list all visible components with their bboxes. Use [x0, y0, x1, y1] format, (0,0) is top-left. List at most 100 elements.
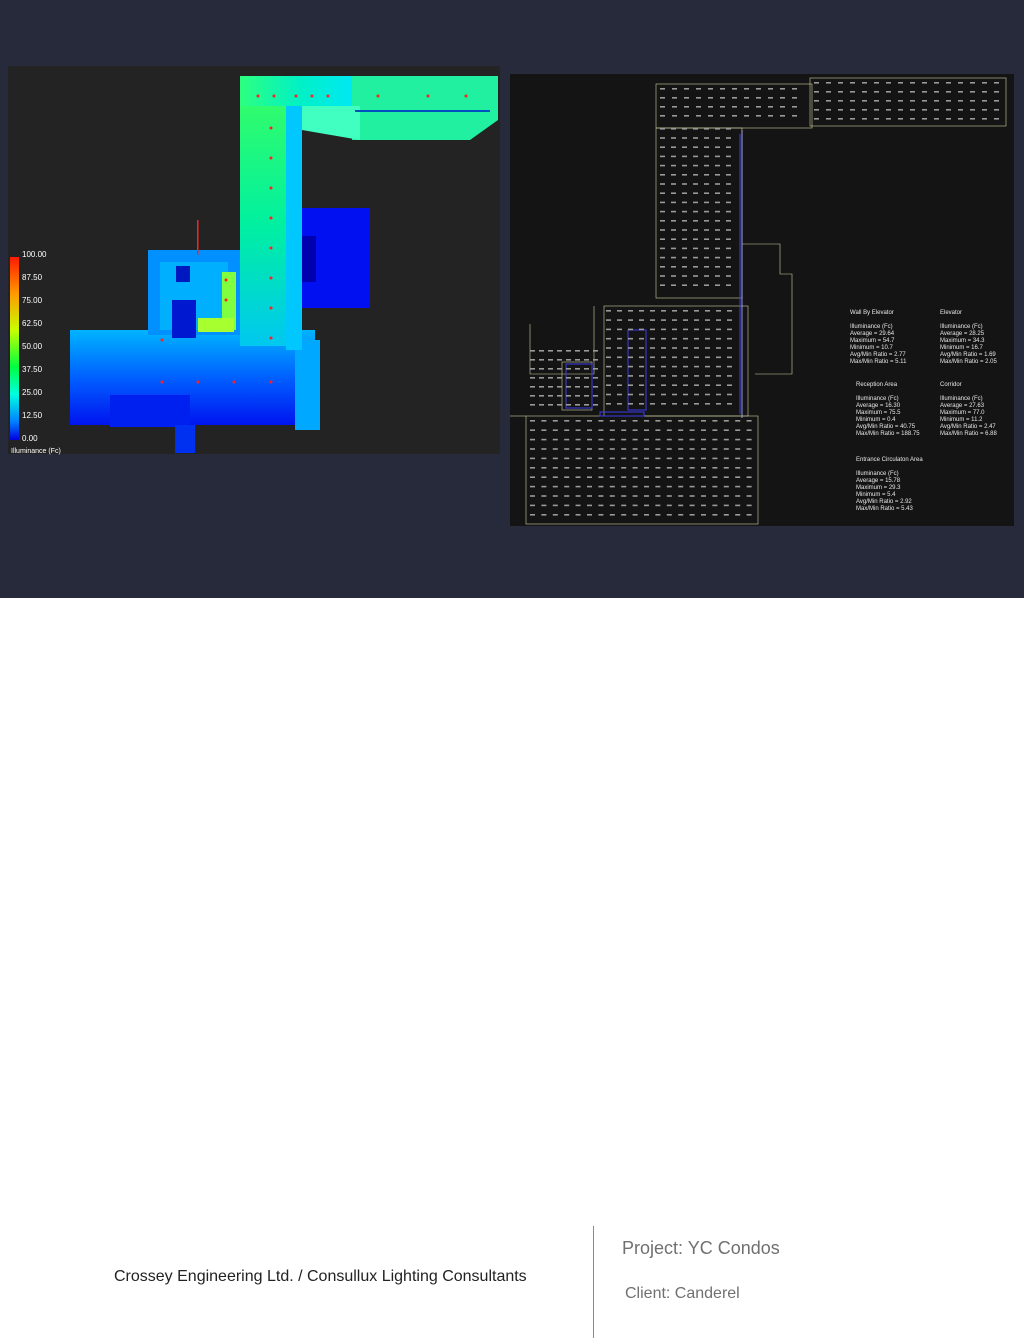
grid-value-mark: [704, 266, 709, 268]
grid-value-mark: [617, 328, 622, 331]
grid-value-mark: [672, 337, 677, 340]
grid-value-mark: [655, 476, 661, 478]
grid-value-mark: [650, 347, 655, 349]
grid-value-mark: [682, 183, 687, 185]
grid-value-mark: [946, 118, 951, 120]
grid-value-mark: [639, 328, 644, 331]
grid-value-mark: [701, 448, 706, 450]
grid-value-mark: [672, 310, 677, 312]
grid-value-mark: [672, 106, 677, 108]
grid-value-mark: [970, 118, 975, 120]
grid-value-mark: [682, 192, 687, 194]
area-stat: Max/Min Ratio = 5.11: [850, 359, 907, 365]
grid-value-mark: [910, 118, 915, 120]
grid-value-mark: [850, 100, 855, 102]
grid-value-mark: [564, 495, 570, 497]
grid-value-mark: [660, 256, 665, 259]
grid-value-mark: [672, 328, 677, 331]
grid-value-mark: [792, 88, 797, 90]
grid-value-mark: [934, 118, 939, 120]
grid-value-mark: [644, 495, 649, 497]
grid-value-mark: [644, 485, 649, 488]
grid-value-mark: [768, 115, 773, 117]
grid-value-mark: [678, 457, 684, 460]
grid-value-mark: [650, 356, 655, 359]
grid-value-mark: [693, 266, 698, 268]
grid-value-mark: [584, 368, 589, 370]
grid-value-mark: [606, 356, 611, 359]
grid-value-mark: [735, 420, 741, 422]
grid-value-mark: [598, 504, 604, 507]
grid-value-mark: [672, 384, 677, 386]
grid-value-mark: [704, 164, 709, 167]
grid-value-mark: [644, 457, 649, 460]
grid-value-mark: [650, 365, 655, 368]
grid-value-mark: [689, 504, 695, 507]
grid-value-mark: [530, 404, 535, 406]
grid-value-mark: [982, 100, 987, 102]
grid-value-mark: [557, 350, 562, 352]
grid-value-mark: [705, 337, 710, 340]
grid-value-mark: [704, 256, 709, 259]
grid-value-mark: [575, 504, 581, 507]
grid-value-mark: [682, 146, 687, 148]
grid-value-mark: [708, 106, 713, 108]
grid-value-mark: [693, 247, 698, 250]
grid-value-mark: [587, 467, 592, 469]
grid-value-mark: [756, 88, 761, 90]
grid-value-mark: [541, 476, 547, 478]
grid-value-mark: [644, 504, 649, 507]
desk-block: [172, 300, 196, 338]
area-stat: Max/Min Ratio = 188.75: [856, 431, 920, 437]
grid-value-mark: [694, 393, 699, 396]
grid-value-mark: [744, 106, 749, 108]
grid-value-mark: [705, 384, 710, 386]
grid-value-mark: [666, 429, 672, 431]
grid-value-mark: [541, 429, 547, 431]
grid-value-mark: [792, 97, 797, 99]
grid-value-mark: [575, 386, 580, 388]
grid-value-mark: [678, 438, 684, 441]
grid-value-mark: [705, 365, 710, 368]
grid-value-mark: [644, 420, 649, 422]
grid-value-mark: [886, 91, 891, 93]
grid-value-mark: [639, 356, 644, 359]
grid-value-mark: [548, 404, 553, 406]
area-stat: Illuminance (Fc): [850, 324, 893, 330]
grid-value-mark: [726, 146, 731, 148]
grid-value-mark: [732, 97, 737, 99]
grid-value-mark: [644, 467, 649, 469]
grid-value-mark: [552, 495, 558, 497]
grid-value-mark: [898, 118, 903, 120]
grid-value-mark: [617, 393, 622, 396]
area-stat: Avg/Min Ratio = 2.77: [850, 352, 906, 358]
grid-value-mark: [671, 210, 676, 213]
grid-value-mark: [746, 514, 752, 516]
area-stat: Avg/Min Ratio = 40.75: [856, 424, 916, 430]
grid-value-mark: [826, 91, 831, 93]
company-name: Crossey Engineering Ltd. / Consullux Lig…: [114, 1268, 527, 1285]
grid-value-mark: [539, 359, 544, 361]
grid-value-mark: [650, 384, 655, 386]
area-stat: Illuminance (Fc): [856, 471, 899, 477]
grid-value-mark: [598, 514, 604, 516]
grid-value-mark: [639, 375, 644, 377]
grid-value-mark: [768, 88, 773, 90]
grid-value-mark: [593, 404, 598, 406]
grid-value-mark: [661, 319, 666, 321]
grid-value-mark: [666, 438, 672, 441]
area-stat: Average = 28.25: [940, 331, 985, 337]
grid-value-mark: [566, 350, 571, 352]
grid-value-mark: [744, 97, 749, 99]
grid-value-mark: [994, 91, 999, 93]
grid-value-mark: [726, 192, 731, 194]
grid-value-mark: [712, 448, 718, 450]
grid-value-mark: [726, 137, 731, 139]
grid-value-mark: [530, 395, 535, 397]
grid-value-mark: [639, 393, 644, 396]
grid-value-mark: [726, 284, 731, 286]
grid-value-mark: [693, 164, 698, 167]
grid-value-mark: [530, 386, 535, 388]
area-stat: Minimum = 11.2: [940, 417, 983, 423]
grid-value-mark: [557, 386, 562, 388]
